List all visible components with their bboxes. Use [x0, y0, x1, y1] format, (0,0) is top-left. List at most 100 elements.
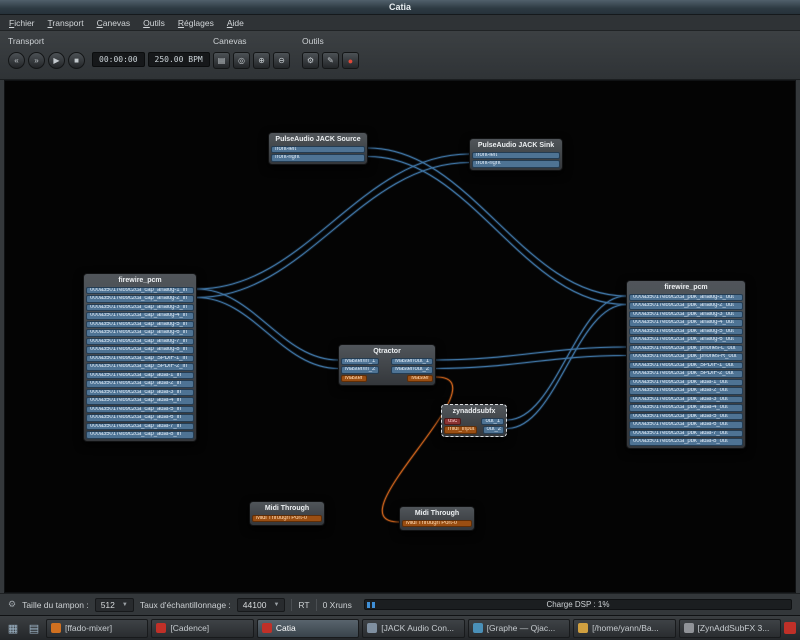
- record-icon[interactable]: ●: [342, 52, 359, 69]
- port-000a35017eb9c2ca-cap-analog-8-in[interactable]: 000a35017eb9c2ca_cap_analog-8_in: [86, 346, 194, 354]
- configure-icon[interactable]: ⚙: [302, 52, 319, 69]
- menu-aide[interactable]: Aide: [221, 17, 250, 29]
- port-000a35017eb9c2ca-pbk-adat-4-out[interactable]: 000a35017eb9c2ca_pbk_adat-4_out: [629, 404, 743, 412]
- node-midi-through[interactable]: Midi ThroughMidi Through Port-0: [249, 501, 325, 526]
- port-000a35017eb9c2ca-cap-adat-1-in[interactable]: 000a35017eb9c2ca_cap_adat-1_in: [86, 372, 194, 380]
- audio-wire[interactable]: [507, 296, 626, 420]
- task-cadence[interactable]: [Cadence]: [151, 619, 253, 638]
- port-000a35017eb9c2ca-cap-analog-6-in[interactable]: 000a35017eb9c2ca_cap_analog-6_in: [86, 329, 194, 337]
- port-front-right[interactable]: front-right: [271, 154, 365, 162]
- menu-transport[interactable]: Transport: [42, 17, 90, 29]
- sample-rate-select[interactable]: 44100 ▼: [237, 598, 286, 612]
- port-row: front-right: [472, 160, 560, 169]
- port-000a35017eb9c2ca-pbk-spdif-2-out[interactable]: 000a35017eb9c2ca_pbk_SPDIF-2_out: [629, 370, 743, 378]
- task-zynaddsubfx-3[interactable]: [ZynAddSubFX 3...: [679, 619, 781, 638]
- port-000a35017eb9c2ca-cap-adat-3-in[interactable]: 000a35017eb9c2ca_cap_adat-3_in: [86, 389, 194, 397]
- zoom-fit-icon[interactable]: ◎: [233, 52, 250, 69]
- options-icon[interactable]: ✎: [322, 52, 339, 69]
- patchbay-canvas[interactable]: PulseAudio JACK Sourcefront-leftfront-ri…: [4, 80, 796, 593]
- arrange-icon[interactable]: ▤: [213, 52, 230, 69]
- node-firewire-pcm[interactable]: firewire_pcm000a35017eb9c2ca_pbk_analog-…: [626, 280, 746, 449]
- node-firewire-pcm[interactable]: firewire_pcm000a35017eb9c2ca_cap_analog-…: [83, 273, 197, 442]
- port-master[interactable]: Master: [407, 375, 433, 383]
- port-000a35017eb9c2ca-cap-adat-5-in[interactable]: 000a35017eb9c2ca_cap_adat-5_in: [86, 406, 194, 414]
- menu-canevas[interactable]: Canevas: [91, 17, 137, 29]
- port-000a35017eb9c2ca-cap-analog-1-in[interactable]: 000a35017eb9c2ca_cap_analog-1_in: [86, 287, 194, 295]
- port-000a35017eb9c2ca-pbk-spdif-1-out[interactable]: 000a35017eb9c2ca_pbk_SPDIF-1_out: [629, 362, 743, 370]
- task-graphe-qjac[interactable]: [Graphe — Qjac...: [468, 619, 570, 638]
- port-000a35017eb9c2ca-pbk-adat-3-out[interactable]: 000a35017eb9c2ca_pbk_adat-3_out: [629, 396, 743, 404]
- port-000a35017eb9c2ca-pbk-analog-5-out[interactable]: 000a35017eb9c2ca_pbk_analog-5_out: [629, 328, 743, 336]
- port-000a35017eb9c2ca-cap-adat-4-in[interactable]: 000a35017eb9c2ca_cap_adat-4_in: [86, 397, 194, 405]
- port-midi-through-port-0[interactable]: Midi Through Port-0: [402, 520, 472, 528]
- port-000a35017eb9c2ca-pbk-analog-6-out[interactable]: 000a35017eb9c2ca_pbk_analog-6_out: [629, 336, 743, 344]
- port-000a35017eb9c2ca-cap-analog-2-in[interactable]: 000a35017eb9c2ca_cap_analog-2_in: [86, 295, 194, 303]
- port-000a35017eb9c2ca-cap-analog-3-in[interactable]: 000a35017eb9c2ca_cap_analog-3_in: [86, 304, 194, 312]
- transport-forward-icon[interactable]: »: [28, 52, 45, 69]
- port-000a35017eb9c2ca-pbk-analog-4-out[interactable]: 000a35017eb9c2ca_pbk_analog-4_out: [629, 319, 743, 327]
- port-000a35017eb9c2ca-cap-analog-4-in[interactable]: 000a35017eb9c2ca_cap_analog-4_in: [86, 312, 194, 320]
- port-000a35017eb9c2ca-pbk-phones-l-out[interactable]: 000a35017eb9c2ca_pbk_phones-L_out: [629, 345, 743, 353]
- port-000a35017eb9c2ca-cap-adat-8-in[interactable]: 000a35017eb9c2ca_cap_adat-8_in: [86, 431, 194, 439]
- transport-stop-icon[interactable]: ■: [68, 52, 85, 69]
- title-bar[interactable]: Catia: [0, 0, 800, 15]
- transport-backward-icon[interactable]: «: [8, 52, 25, 69]
- port-000a35017eb9c2ca-pbk-phones-r-out[interactable]: 000a35017eb9c2ca_pbk_phones-R_out: [629, 353, 743, 361]
- port-master-in-2[interactable]: Master/in_2: [341, 366, 379, 374]
- task-home-yann-ba[interactable]: [/home/yann/Ba...: [573, 619, 675, 638]
- port-row: front-right: [271, 154, 365, 163]
- midi-wire[interactable]: [382, 377, 452, 522]
- buffer-size-select[interactable]: 512 ▼: [95, 598, 134, 612]
- port-000a35017eb9c2ca-pbk-adat-8-out[interactable]: 000a35017eb9c2ca_pbk_adat-8_out: [629, 438, 743, 446]
- port-000a35017eb9c2ca-cap-spdif-2-in[interactable]: 000a35017eb9c2ca_cap_SPDIF-2_in: [86, 363, 194, 371]
- port-000a35017eb9c2ca-pbk-adat-7-out[interactable]: 000a35017eb9c2ca_pbk_adat-7_out: [629, 430, 743, 438]
- transport-play-icon[interactable]: ▶: [48, 52, 65, 69]
- port-master[interactable]: Master: [341, 375, 367, 383]
- task-ffado-mixer[interactable]: [ffado-mixer]: [46, 619, 148, 638]
- port-out-2[interactable]: out_2: [483, 426, 505, 434]
- port-out-1[interactable]: out_1: [481, 418, 504, 426]
- port-front-left[interactable]: front-left: [472, 152, 560, 160]
- port-front-right[interactable]: front-right: [472, 160, 560, 168]
- port-000a35017eb9c2ca-pbk-analog-3-out[interactable]: 000a35017eb9c2ca_pbk_analog-3_out: [629, 311, 743, 319]
- port-row: 000a35017eb9c2ca_pbk_adat-7_out: [629, 429, 743, 438]
- port-master-in-1[interactable]: Master/in_1: [341, 358, 379, 366]
- zoom-in-icon[interactable]: ⊕: [253, 52, 270, 69]
- zoom-out-icon[interactable]: ⊖: [273, 52, 290, 69]
- port-master-out-1[interactable]: Master/out_1: [391, 358, 433, 366]
- port-000a35017eb9c2ca-pbk-adat-1-out[interactable]: 000a35017eb9c2ca_pbk_adat-1_out: [629, 379, 743, 387]
- port-000a35017eb9c2ca-pbk-adat-5-out[interactable]: 000a35017eb9c2ca_pbk_adat-5_out: [629, 413, 743, 421]
- node-zynaddsubfx[interactable]: zynaddsubfxoscout_1midi_inputout_2: [441, 404, 507, 437]
- port-front-left[interactable]: front-left: [271, 146, 365, 154]
- port-000a35017eb9c2ca-cap-analog-7-in[interactable]: 000a35017eb9c2ca_cap_analog-7_in: [86, 338, 194, 346]
- port-row: 000a35017eb9c2ca_cap_analog-8_in: [86, 346, 194, 355]
- show-desktop-icon[interactable]: ▤: [25, 619, 43, 637]
- menu-fichier[interactable]: Fichier: [3, 17, 41, 29]
- port-000a35017eb9c2ca-pbk-analog-1-out[interactable]: 000a35017eb9c2ca_pbk_analog-1_out: [629, 294, 743, 302]
- port-000a35017eb9c2ca-cap-adat-6-in[interactable]: 000a35017eb9c2ca_cap_adat-6_in: [86, 414, 194, 422]
- tray-app-icon[interactable]: [784, 622, 796, 634]
- menu-r-glages[interactable]: Réglages: [172, 17, 220, 29]
- task-jack-audio-con[interactable]: [JACK Audio Con...: [362, 619, 464, 638]
- port-000a35017eb9c2ca-cap-analog-5-in[interactable]: 000a35017eb9c2ca_cap_analog-5_in: [86, 321, 194, 329]
- audio-wire[interactable]: [197, 163, 469, 298]
- port-000a35017eb9c2ca-cap-adat-7-in[interactable]: 000a35017eb9c2ca_cap_adat-7_in: [86, 423, 194, 431]
- task-catia[interactable]: Catia: [257, 619, 359, 638]
- port-000a35017eb9c2ca-pbk-analog-2-out[interactable]: 000a35017eb9c2ca_pbk_analog-2_out: [629, 302, 743, 310]
- port-000a35017eb9c2ca-pbk-adat-2-out[interactable]: 000a35017eb9c2ca_pbk_adat-2_out: [629, 387, 743, 395]
- audio-wire[interactable]: [507, 305, 626, 429]
- node-midi-through[interactable]: Midi ThroughMidi Through Port-0: [399, 506, 475, 531]
- menu-outils[interactable]: Outils: [137, 17, 171, 29]
- port-000a35017eb9c2ca-pbk-adat-6-out[interactable]: 000a35017eb9c2ca_pbk_adat-6_out: [629, 421, 743, 429]
- node-pulseaudio-jack-sink[interactable]: PulseAudio JACK Sinkfront-leftfront-righ…: [469, 138, 563, 171]
- port-osc[interactable]: osc: [444, 418, 461, 426]
- port-midi-input[interactable]: midi_input: [444, 426, 477, 434]
- node-qtractor[interactable]: QtractorMaster/in_1Master/out_1Master/in…: [338, 344, 436, 386]
- port-master-out-2[interactable]: Master/out_2: [391, 366, 433, 374]
- port-midi-through-port-0[interactable]: Midi Through Port-0: [252, 515, 322, 523]
- port-000a35017eb9c2ca-cap-spdif-1-in[interactable]: 000a35017eb9c2ca_cap_SPDIF-1_in: [86, 355, 194, 363]
- task-label: [/home/yann/Ba...: [592, 623, 659, 633]
- port-000a35017eb9c2ca-cap-adat-2-in[interactable]: 000a35017eb9c2ca_cap_adat-2_in: [86, 380, 194, 388]
- app-menu-icon[interactable]: ▦: [4, 619, 22, 637]
- node-pulseaudio-jack-source[interactable]: PulseAudio JACK Sourcefront-leftfront-ri…: [268, 132, 368, 165]
